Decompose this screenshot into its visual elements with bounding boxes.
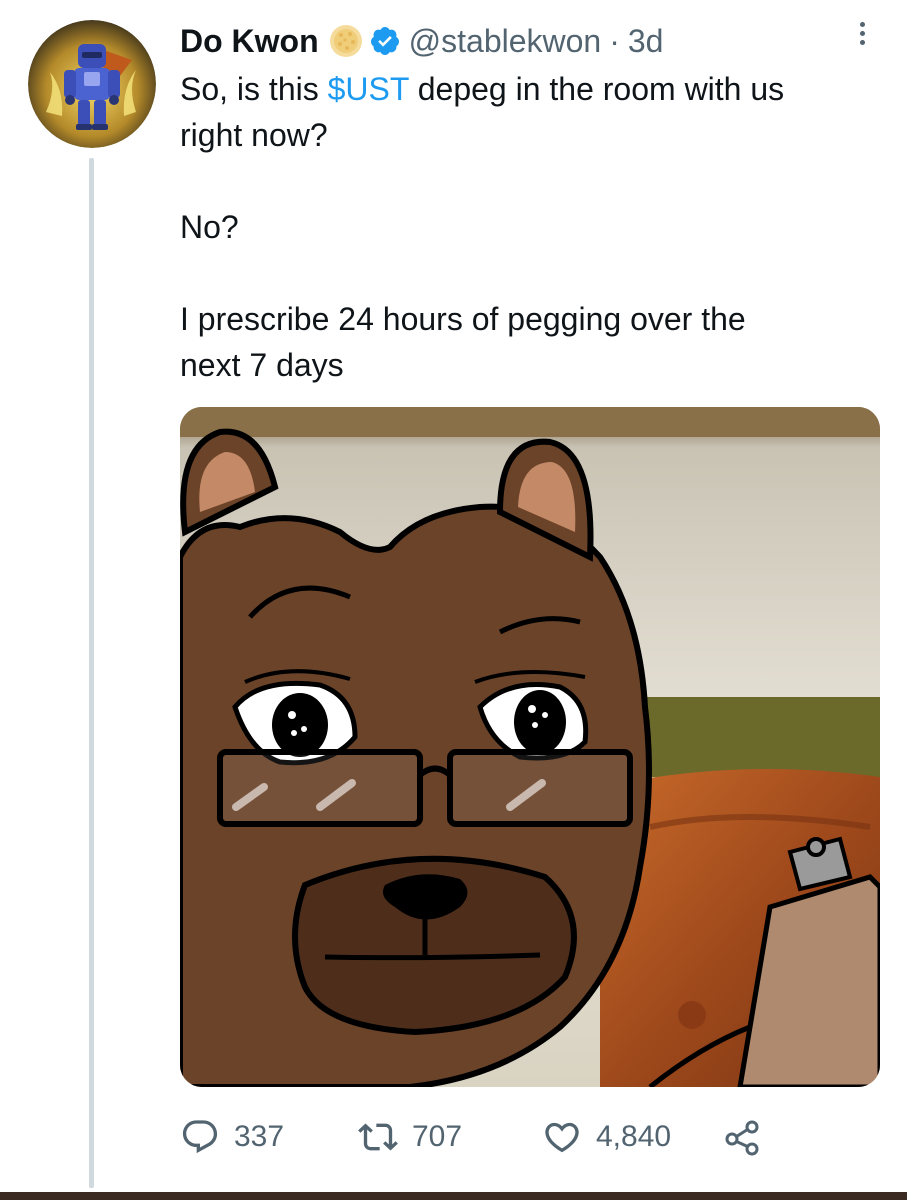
share-icon (725, 1120, 759, 1156)
author-avatar[interactable] (28, 20, 156, 148)
tweet-media-image[interactable] (180, 407, 880, 1087)
tweet-paragraph-3-line-2: next 7 days (180, 347, 344, 383)
reply-icon (182, 1120, 218, 1154)
verified-badge-icon (369, 25, 401, 57)
tweet-paragraph-3-line-1: I prescribe 24 hours of pegging over the (180, 301, 746, 337)
tweet-actions: 337 707 4,840 (180, 1112, 880, 1162)
bottom-border (0, 1192, 907, 1200)
retweet-icon (358, 1123, 398, 1151)
separator-dot: · (609, 22, 620, 59)
tweet-screenshot: Do Kwon @stablekwon · 3d So, is this $US… (0, 0, 907, 1200)
author-name[interactable]: Do Kwon (180, 23, 319, 60)
tweet-paragraph-1: So, is this $UST depeg in the room with … (180, 71, 785, 107)
tweet-text: So, is this $UST depeg in the room with … (180, 66, 870, 388)
tweet-paragraph-1-line-2: right now? (180, 117, 328, 153)
retweet-count: 707 (412, 1120, 463, 1153)
tweet-header: Do Kwon @stablekwon · 3d (180, 18, 663, 64)
retweet-button[interactable]: 707 (358, 1112, 462, 1162)
tweet-paragraph-2: No? (180, 209, 239, 245)
coin-emoji-icon (329, 24, 363, 58)
reply-button[interactable]: 337 (180, 1112, 284, 1162)
author-handle[interactable]: @stablekwon (409, 23, 602, 60)
share-button[interactable] (722, 1112, 776, 1162)
like-count: 4,840 (596, 1120, 672, 1153)
thread-line (89, 158, 94, 1188)
reply-count: 337 (234, 1120, 285, 1153)
cashtag-link[interactable]: $UST (328, 71, 409, 107)
heart-icon (545, 1122, 579, 1153)
tweet-timestamp[interactable]: 3d (628, 23, 664, 60)
like-button[interactable]: 4,840 (542, 1112, 671, 1162)
more-options-icon[interactable] (855, 18, 869, 58)
